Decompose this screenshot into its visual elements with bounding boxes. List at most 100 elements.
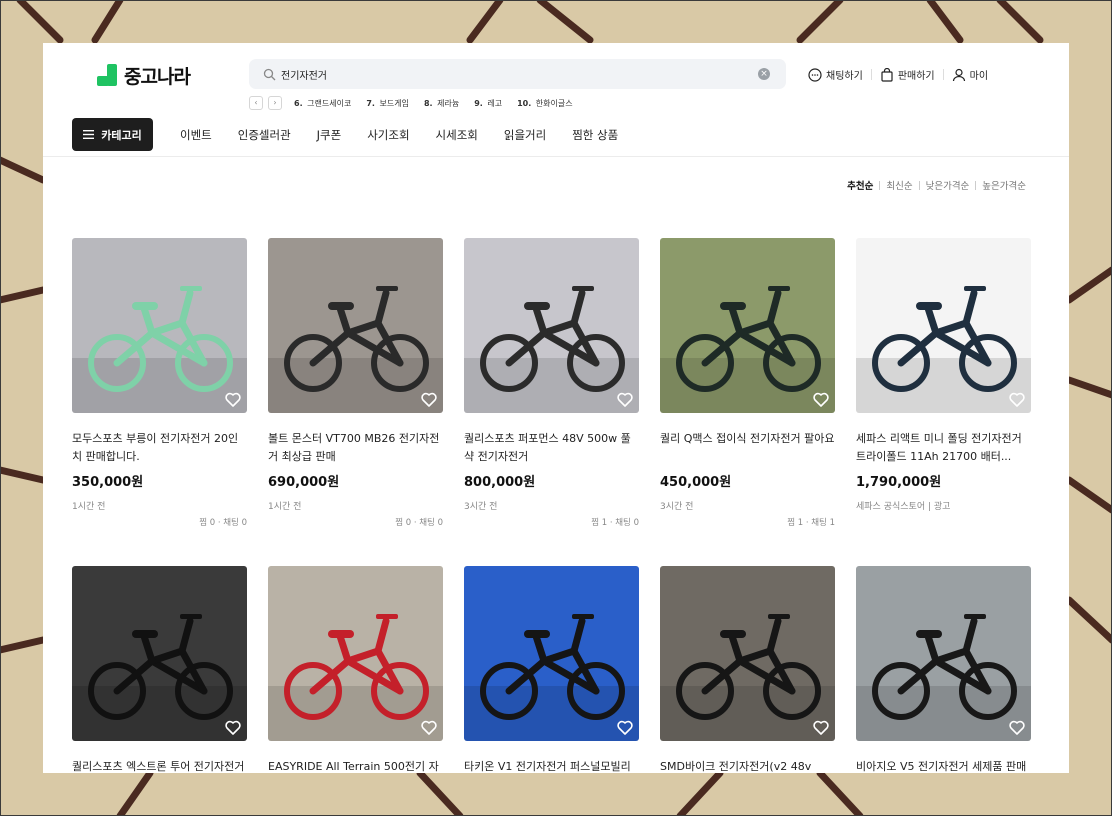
sort-low-price[interactable]: 낮은가격순 bbox=[926, 178, 970, 192]
my-label: 마이 bbox=[969, 71, 989, 82]
product-meta: 1시간 전 bbox=[268, 502, 302, 512]
divider bbox=[942, 69, 944, 80]
product-stats: 찜 1 · 채팅 1 bbox=[787, 518, 835, 528]
keywords-next-button[interactable]: › bbox=[268, 96, 282, 110]
chat-label: 채팅하기 bbox=[826, 71, 863, 82]
bicycle-photo bbox=[464, 238, 639, 413]
heart-icon[interactable] bbox=[225, 392, 241, 407]
product-title[interactable]: SMD바이크 전기자전거(v2 48v bbox=[660, 758, 835, 773]
category-label: 카테고리 bbox=[101, 128, 142, 142]
heart-icon[interactable] bbox=[421, 392, 437, 407]
sort-recommended[interactable]: 추천순 bbox=[847, 178, 873, 192]
product-title[interactable]: 퀄리스포츠 엑스트론 투어 전기자전거 bbox=[72, 758, 247, 773]
divider bbox=[879, 180, 881, 190]
product-card[interactable]: EASYRIDE All Terrain 500전기 자 bbox=[268, 566, 443, 773]
bicycle-photo bbox=[72, 238, 247, 413]
product-image[interactable] bbox=[660, 238, 835, 413]
product-card[interactable]: SMD바이크 전기자전거(v2 48v bbox=[660, 566, 835, 773]
product-card[interactable]: 모두스포츠 부릉이 전기자전거 20인치 판매합니다. 350,000원 1시간 전… bbox=[72, 238, 247, 528]
sort-high-price[interactable]: 높은가격순 bbox=[982, 178, 1026, 192]
sort-latest[interactable]: 최신순 bbox=[886, 178, 912, 192]
keyword-item[interactable]: 6. 그랜드세이코 bbox=[294, 98, 351, 109]
user-icon bbox=[952, 68, 965, 81]
bicycle-photo bbox=[856, 238, 1031, 413]
product-title[interactable]: 모두스포츠 부릉이 전기자전거 20인치 판매합니다. bbox=[72, 430, 247, 466]
search-bar[interactable]: × bbox=[249, 59, 786, 89]
product-price: 350,000원 bbox=[72, 475, 144, 490]
bicycle-photo bbox=[72, 566, 247, 741]
product-card[interactable]: 퀄리스포츠 퍼포먼스 48V 500w 풀샥 전기자전거 800,000원 3시간 … bbox=[464, 238, 639, 528]
search-icon bbox=[263, 68, 276, 81]
product-image[interactable] bbox=[856, 238, 1031, 413]
product-title[interactable]: EASYRIDE All Terrain 500전기 자 bbox=[268, 758, 443, 773]
heart-icon[interactable] bbox=[813, 392, 829, 407]
product-image[interactable] bbox=[268, 566, 443, 741]
nav-item-price-check[interactable]: 시세조회 bbox=[436, 127, 478, 143]
keyword-item[interactable]: 9. 레고 bbox=[474, 98, 502, 109]
product-title[interactable]: 퀄리 Q맥스 접이식 전기자전거 팔아요 bbox=[660, 430, 835, 466]
product-stats: 찜 0 · 채팅 0 bbox=[395, 518, 443, 528]
menu-icon bbox=[83, 130, 95, 139]
product-meta: 1시간 전 bbox=[72, 502, 106, 512]
shopping-bag-icon bbox=[881, 67, 893, 82]
product-image[interactable] bbox=[268, 238, 443, 413]
product-card[interactable]: 볼트 몬스터 VT700 MB26 전기자전거 최상급 판매 690,000원 1시… bbox=[268, 238, 443, 528]
nav-item-wishlist[interactable]: 찜한 상품 bbox=[572, 127, 618, 143]
sell-button[interactable]: 판매하기 bbox=[880, 67, 935, 82]
product-card[interactable]: 퀄리 Q맥스 접이식 전기자전거 팔아요 450,000원 3시간 전찜 1 · 채… bbox=[660, 238, 835, 528]
product-price: 690,000원 bbox=[268, 475, 340, 490]
nav-item-fraud-check[interactable]: 사기조회 bbox=[367, 127, 409, 143]
nav-item-coupon[interactable]: J쿠폰 bbox=[317, 127, 342, 143]
category-button[interactable]: 카테고리 bbox=[72, 118, 153, 151]
product-title[interactable]: 타키온 V1 전기자전거 퍼스널모빌리 bbox=[464, 758, 639, 773]
heart-icon[interactable] bbox=[813, 720, 829, 735]
sort-options: 추천순 최신순 낮은가격순 높은가격순 bbox=[847, 178, 1026, 192]
heart-icon[interactable] bbox=[421, 720, 437, 735]
product-meta: 3시간 전 bbox=[464, 502, 498, 512]
popular-keywords: ‹ › 6. 그랜드세이코 7. 보드게임 8. 제라늄 9. 레고 10. 한… bbox=[249, 96, 581, 110]
product-card[interactable]: 퀄리스포츠 엑스트론 투어 전기자전거 bbox=[72, 566, 247, 773]
main-nav: 카테고리 이벤트 인증셀러관 J쿠폰 사기조회 시세조회 읽을거리 찜한 상품 bbox=[72, 118, 618, 151]
product-title[interactable]: 퀄리스포츠 퍼포먼스 48V 500w 풀샥 전기자전거 bbox=[464, 430, 639, 466]
product-image[interactable] bbox=[464, 238, 639, 413]
product-card[interactable]: 비아지오 V5 전기자전거 세제품 판매 bbox=[856, 566, 1031, 773]
keyword-item[interactable]: 10. 한화이글스 bbox=[517, 98, 573, 109]
nav-item-reading[interactable]: 읽을거리 bbox=[504, 127, 546, 143]
bicycle-photo bbox=[660, 566, 835, 741]
logo-text: 중고나라 bbox=[124, 66, 191, 88]
clear-search-icon[interactable]: × bbox=[758, 68, 770, 80]
my-page-button[interactable]: 마이 bbox=[952, 67, 988, 82]
keyword-item[interactable]: 8. 제라늄 bbox=[424, 98, 459, 109]
product-meta: 3시간 전 bbox=[660, 502, 694, 512]
heart-icon[interactable] bbox=[225, 720, 241, 735]
product-image[interactable] bbox=[72, 238, 247, 413]
divider bbox=[870, 69, 872, 80]
product-price: 800,000원 bbox=[464, 475, 536, 490]
heart-icon[interactable] bbox=[617, 720, 633, 735]
product-image[interactable] bbox=[72, 566, 247, 741]
product-title[interactable]: 세파스 리액트 미니 폴딩 전기자전거 트라이폴드 11Ah 21700 배터.… bbox=[856, 430, 1031, 466]
heart-icon[interactable] bbox=[617, 392, 633, 407]
logo-icon bbox=[97, 63, 117, 86]
product-image[interactable] bbox=[856, 566, 1031, 741]
product-image[interactable] bbox=[660, 566, 835, 741]
product-image[interactable] bbox=[464, 566, 639, 741]
heart-icon[interactable] bbox=[1009, 392, 1025, 407]
product-card[interactable]: 타키온 V1 전기자전거 퍼스널모빌리 bbox=[464, 566, 639, 773]
bicycle-photo bbox=[856, 566, 1031, 741]
product-card[interactable]: 세파스 리액트 미니 폴딩 전기자전거 트라이폴드 11Ah 21700 배터.… bbox=[856, 238, 1031, 516]
product-meta: 세파스 공식스토어 | 광고 bbox=[856, 502, 951, 512]
nav-item-verified-seller[interactable]: 인증셀러관 bbox=[238, 127, 291, 143]
nav-item-event[interactable]: 이벤트 bbox=[180, 127, 212, 143]
product-title[interactable]: 비아지오 V5 전기자전거 세제품 판매 bbox=[856, 758, 1031, 773]
keywords-prev-button[interactable]: ‹ bbox=[249, 96, 263, 110]
keyword-item[interactable]: 7. 보드게임 bbox=[366, 98, 409, 109]
bicycle-photo bbox=[660, 238, 835, 413]
bicycle-photo bbox=[268, 566, 443, 741]
chat-button[interactable]: 채팅하기 bbox=[808, 67, 863, 82]
search-input[interactable] bbox=[281, 63, 751, 85]
heart-icon[interactable] bbox=[1009, 720, 1025, 735]
sell-label: 판매하기 bbox=[897, 71, 935, 82]
logo[interactable]: 중고나라 bbox=[97, 62, 191, 89]
product-title[interactable]: 볼트 몬스터 VT700 MB26 전기자전거 최상급 판매 bbox=[268, 430, 443, 466]
